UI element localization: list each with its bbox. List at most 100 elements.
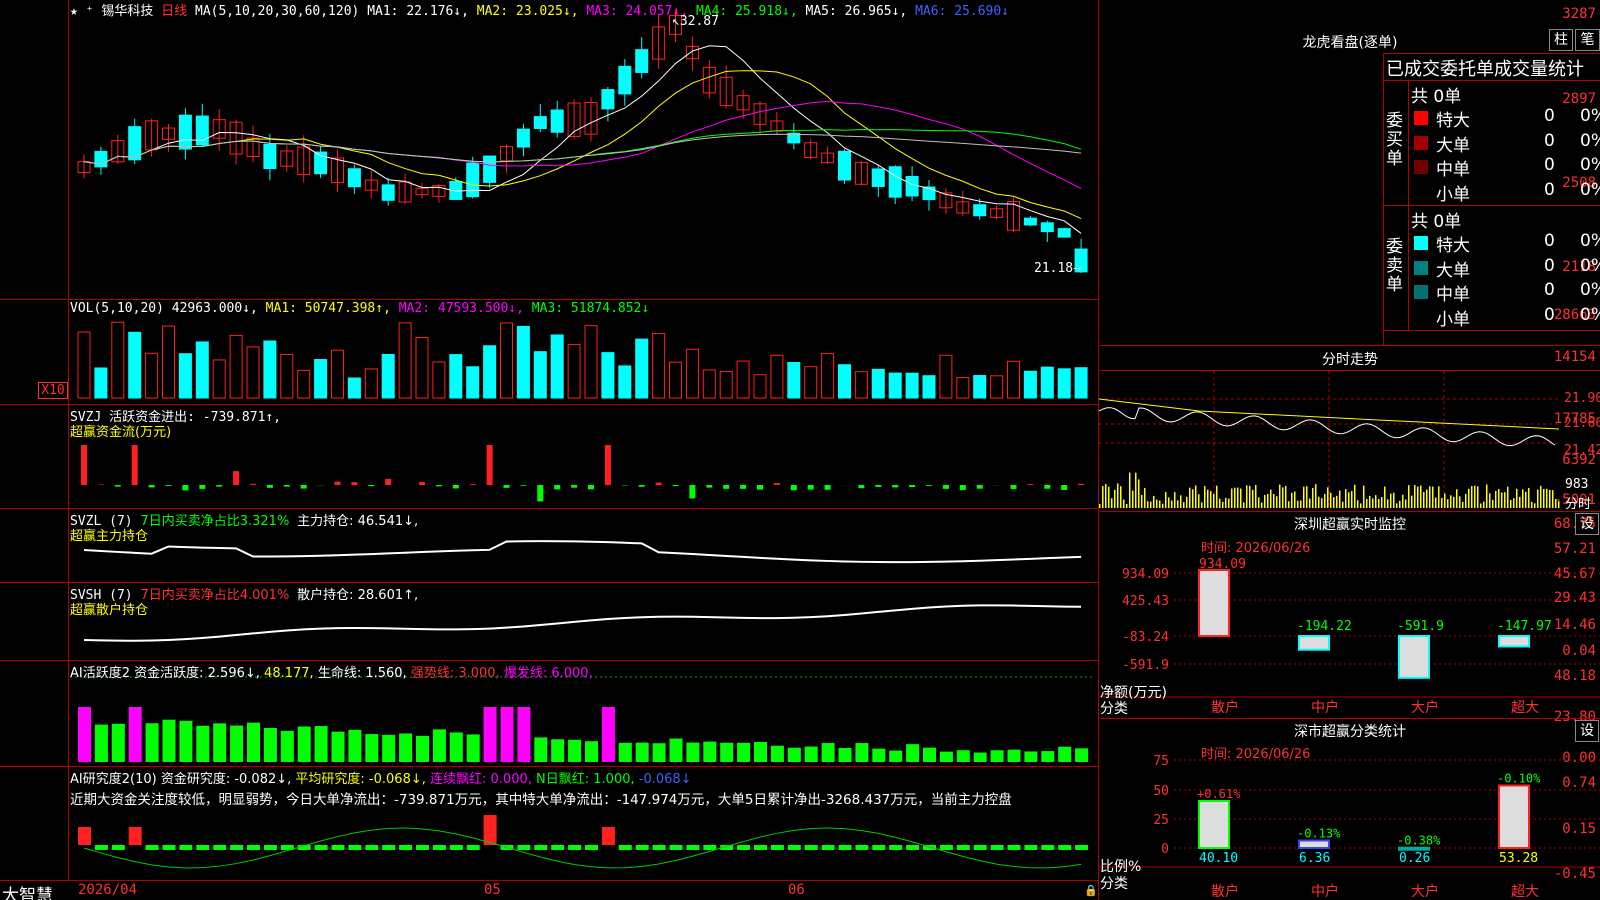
monitor-axis-tick: -83.24 — [1122, 630, 1169, 645]
candle-body — [618, 65, 632, 95]
classify-axis-tick: 0 — [1161, 842, 1169, 857]
research-bar — [1007, 845, 1021, 850]
ma-line — [83, 100, 1082, 190]
ma2-value: MA2: 23.025↓, — [476, 4, 579, 19]
order-color-swatch — [1414, 260, 1428, 275]
intraday-volume-bar — [1420, 485, 1422, 508]
vol-value: 42963.000↓, — [171, 301, 258, 316]
classify-chart[interactable]: 75 50 25 0 +0.61% 40.10 散户 -0.13% 6.36 中户 -0.38% 0.… — [1099, 750, 1600, 900]
intraday-chart[interactable] — [1099, 371, 1600, 511]
activity-bar — [686, 742, 700, 762]
monitor-cat-label: 分类 — [1100, 701, 1128, 717]
flow-bar — [790, 485, 797, 491]
intraday-volume-bar — [1453, 496, 1455, 508]
research-bar — [770, 845, 784, 850]
candle-body — [381, 184, 395, 201]
research-bar — [517, 845, 531, 850]
flow-bar — [892, 485, 899, 488]
volume-bar — [685, 348, 699, 399]
research-bar — [111, 845, 125, 850]
activity-bar — [973, 752, 987, 762]
flow-bar — [283, 485, 290, 487]
classify-divider — [1100, 718, 1600, 719]
intraday-volume-bar — [1405, 499, 1407, 508]
bar-mode-button[interactable]: 柱 — [1549, 29, 1573, 51]
intraday-volume-bar — [1345, 489, 1347, 508]
period-label[interactable]: 日线 — [161, 4, 187, 19]
intraday-volume-bar — [1255, 485, 1257, 508]
intraday-volume-bar — [1294, 491, 1296, 508]
flow-bar — [655, 482, 662, 485]
dragon-header: 已成交委托单成交量统计 — [1386, 59, 1584, 80]
order-type-label: 中单 — [1436, 285, 1470, 305]
activity-bar — [449, 732, 463, 762]
price-axis-label: 3287 — [1562, 6, 1596, 22]
activity-bar — [500, 707, 514, 762]
intraday-volume-bar — [1348, 492, 1350, 508]
candle-body — [601, 89, 615, 110]
price-axis-label: 2897 — [1562, 91, 1596, 107]
flow-bar — [97, 484, 104, 485]
panel-divider — [0, 508, 1098, 509]
intraday-volume-bar — [1546, 488, 1548, 508]
kline-chart-area[interactable] — [0, 0, 1098, 900]
classify-settings-button[interactable]: 设 — [1575, 720, 1599, 742]
intraday-volume-bar — [1159, 500, 1161, 508]
intraday-volume-bar — [1231, 488, 1233, 508]
research-bar — [669, 845, 683, 850]
classify-bar-label: 0.26 — [1399, 851, 1430, 866]
ma5-value: MA5: 26.965↓, — [805, 4, 908, 19]
flow-bar — [1027, 484, 1034, 485]
classify-bar — [1298, 839, 1330, 849]
flow-bar — [909, 485, 916, 488]
intraday-volume-bar — [1339, 490, 1341, 508]
candle-body — [347, 168, 361, 188]
ai1-strong: 强势线: 3.000, — [410, 666, 500, 681]
volume-bar — [939, 354, 953, 399]
dragon-title: 龙虎看盘(逐单) — [1302, 35, 1398, 51]
classify-bar — [1198, 799, 1230, 849]
star-icon[interactable]: ★ — [70, 4, 78, 19]
intraday-volume-bar — [1315, 484, 1317, 508]
research-bar — [432, 845, 446, 850]
research-bar — [263, 845, 277, 850]
classify-axis-tick: 25 — [1153, 813, 1169, 828]
monitor-axis-tick: 934.09 — [1122, 567, 1169, 582]
intraday-volume-bar — [1270, 489, 1272, 508]
intraday-volume-bar — [1402, 494, 1404, 508]
volume-bar — [990, 375, 1004, 399]
research-bar — [399, 845, 413, 850]
activity-bar — [483, 707, 497, 762]
flow-bar — [334, 481, 341, 485]
intraday-volume-bar — [1552, 490, 1554, 508]
vol-unit-badge[interactable]: X10 — [38, 382, 68, 399]
dragon-divider — [1383, 205, 1600, 206]
monitor-settings-button[interactable]: 设 — [1575, 513, 1599, 535]
lock-icon[interactable]: 🔒 — [1084, 884, 1098, 897]
research-bar — [973, 845, 987, 850]
intraday-volume-bar — [1363, 485, 1365, 508]
research-bar — [703, 845, 717, 850]
intraday-volume-bar — [1183, 502, 1185, 508]
activity-bar — [923, 747, 936, 762]
intraday-volume-bar — [1426, 489, 1428, 508]
tick-mode-button[interactable]: 笔 — [1575, 29, 1600, 51]
activity-bar — [78, 707, 91, 762]
intraday-volume-bar — [1438, 486, 1440, 508]
intraday-volume-bar — [1249, 485, 1251, 508]
intraday-volume-bar — [1543, 488, 1545, 508]
activity-bar — [179, 720, 193, 762]
monitor-bar-label: 934.09 — [1199, 557, 1246, 572]
order-percent: 0% — [1580, 231, 1600, 251]
intraday-volume-bar — [1222, 501, 1224, 508]
monitor-chart[interactable]: 934.09 425.43 -83.24 -591.9 934.09 散户 -194.22 中… — [1099, 540, 1600, 720]
flow-bar — [1044, 485, 1051, 489]
intraday-volume-bar — [1528, 488, 1530, 508]
flow-bar — [959, 485, 966, 491]
intraday-divider — [1100, 345, 1600, 346]
panel-divider — [0, 404, 1098, 405]
svzl-subtitle: 超赢主力持仓 — [70, 529, 149, 544]
research-bar — [804, 845, 818, 850]
activity-bar — [466, 734, 480, 762]
volume-bar — [635, 338, 649, 399]
